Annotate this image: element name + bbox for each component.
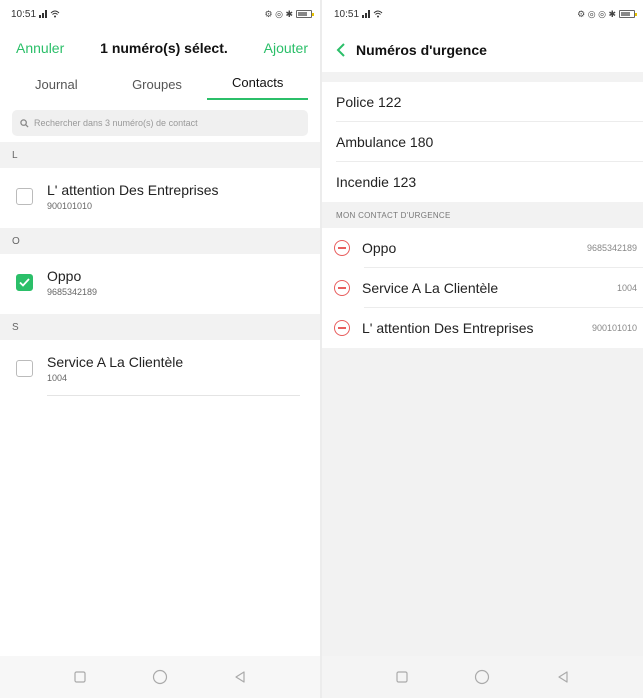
signal-icon [362, 10, 371, 18]
urgent-contact-row[interactable]: Service A La Clientèle 1004 [322, 268, 643, 308]
status-time: 10:51 [334, 8, 360, 20]
wifi-icon [50, 10, 60, 18]
cancel-button[interactable]: Annuler [16, 40, 64, 56]
triangle-back-icon [558, 671, 568, 683]
contact-number: 900101010 [47, 200, 93, 211]
remove-icon[interactable] [334, 280, 350, 296]
status-icons: ⚙ ◎ ◎ ✱ [577, 8, 616, 19]
checkbox[interactable] [16, 187, 33, 205]
section-header-emergency-contact: MON CONTACT D'URGENCE [322, 202, 643, 228]
triangle-back-icon [235, 671, 245, 683]
page-title: 1 numéro(s) sélect. [100, 40, 228, 56]
search-placeholder: Rechercher dans 3 numéro(s) de contact [34, 118, 198, 128]
remove-icon[interactable] [334, 240, 350, 256]
emergency-row-police[interactable]: Police 122 [322, 82, 643, 122]
search-input[interactable]: Rechercher dans 3 numéro(s) de contact [12, 110, 308, 136]
contact-name: L' attention Des Entreprises [47, 181, 219, 198]
recent-apps-button[interactable] [65, 662, 95, 692]
tab-journal[interactable]: Journal [6, 77, 107, 100]
section-header-l: L [0, 142, 320, 168]
urgent-contact-row[interactable]: Oppo 9685342189 [322, 228, 643, 268]
contact-name: Oppo [362, 240, 397, 256]
battery-icon [619, 10, 637, 18]
contact-number: 1004 [616, 283, 637, 293]
contact-picker-screen: 10:51 ⚙ ◎ ✱ Annuler 1 numéro(s) sélect. … [0, 0, 320, 698]
back-button[interactable] [548, 662, 578, 692]
contact-number: 9685342189 [47, 286, 98, 297]
status-time: 10:51 [11, 8, 37, 20]
emergency-label: Incendie 123 [336, 174, 417, 190]
contact-row[interactable]: Service A La Clientèle 1004 [0, 340, 320, 396]
emergency-row-ambulance[interactable]: Ambulance 180 [322, 122, 643, 162]
status-icons: ⚙ ◎ ✱ [264, 8, 293, 19]
contact-number: 1004 [47, 372, 68, 383]
signal-icon [39, 10, 48, 18]
contact-name: Service A La Clientèle [47, 353, 184, 370]
navigation-bar [0, 656, 320, 698]
checkbox-checked[interactable] [16, 273, 33, 291]
page-title: Numéros d'urgence [356, 42, 487, 58]
emergency-label: Police 122 [336, 94, 402, 110]
back-button[interactable] [225, 662, 255, 692]
contact-name: Oppo [47, 267, 82, 284]
picker-header: Annuler 1 numéro(s) sélect. Ajouter [0, 28, 320, 68]
square-icon [74, 671, 86, 683]
emergency-row-incendie[interactable]: Incendie 123 [322, 162, 643, 202]
remove-icon[interactable] [334, 320, 350, 336]
home-button[interactable] [467, 662, 497, 692]
circle-icon [152, 669, 168, 685]
tab-contacts[interactable]: Contacts [207, 75, 309, 100]
chevron-left-icon[interactable] [336, 43, 346, 57]
home-button[interactable] [145, 662, 175, 692]
circle-icon [475, 669, 490, 685]
navigation-bar [322, 656, 643, 698]
emergency-header: Numéros d'urgence [322, 28, 643, 72]
contact-number: 9685342189 [586, 243, 637, 253]
contact-name: Service A La Clientèle [362, 280, 499, 296]
tab-bar: Journal Groupes Contacts [6, 68, 309, 100]
recent-apps-button[interactable] [387, 662, 417, 692]
add-button[interactable]: Ajouter [264, 40, 308, 56]
contact-name: L' attention Des Entreprises [362, 320, 534, 336]
square-icon [396, 671, 408, 683]
contact-number: 900101010 [591, 323, 637, 333]
emergency-label: Ambulance 180 [336, 134, 434, 150]
section-header-o: O [0, 228, 320, 254]
battery-icon [296, 10, 314, 18]
contact-row[interactable]: Oppo 9685342189 [0, 254, 320, 310]
status-bar: 10:51 ⚙ ◎ ◎ ✱ [322, 0, 643, 28]
contact-row[interactable]: L' attention Des Entreprises 900101010 [0, 168, 320, 224]
checkbox[interactable] [16, 359, 33, 377]
wifi-icon [373, 10, 383, 18]
emergency-numbers-screen: 10:51 ⚙ ◎ ◎ ✱ Numéros d'urgence Police 1… [322, 0, 643, 698]
search-icon [20, 118, 29, 128]
checkmark-icon [19, 277, 30, 287]
section-header-s: S [0, 314, 320, 340]
status-bar: 10:51 ⚙ ◎ ✱ [0, 0, 320, 28]
spacer [322, 72, 643, 82]
urgent-contact-row[interactable]: L' attention Des Entreprises 900101010 [322, 308, 643, 348]
tab-groupes[interactable]: Groupes [107, 77, 208, 100]
